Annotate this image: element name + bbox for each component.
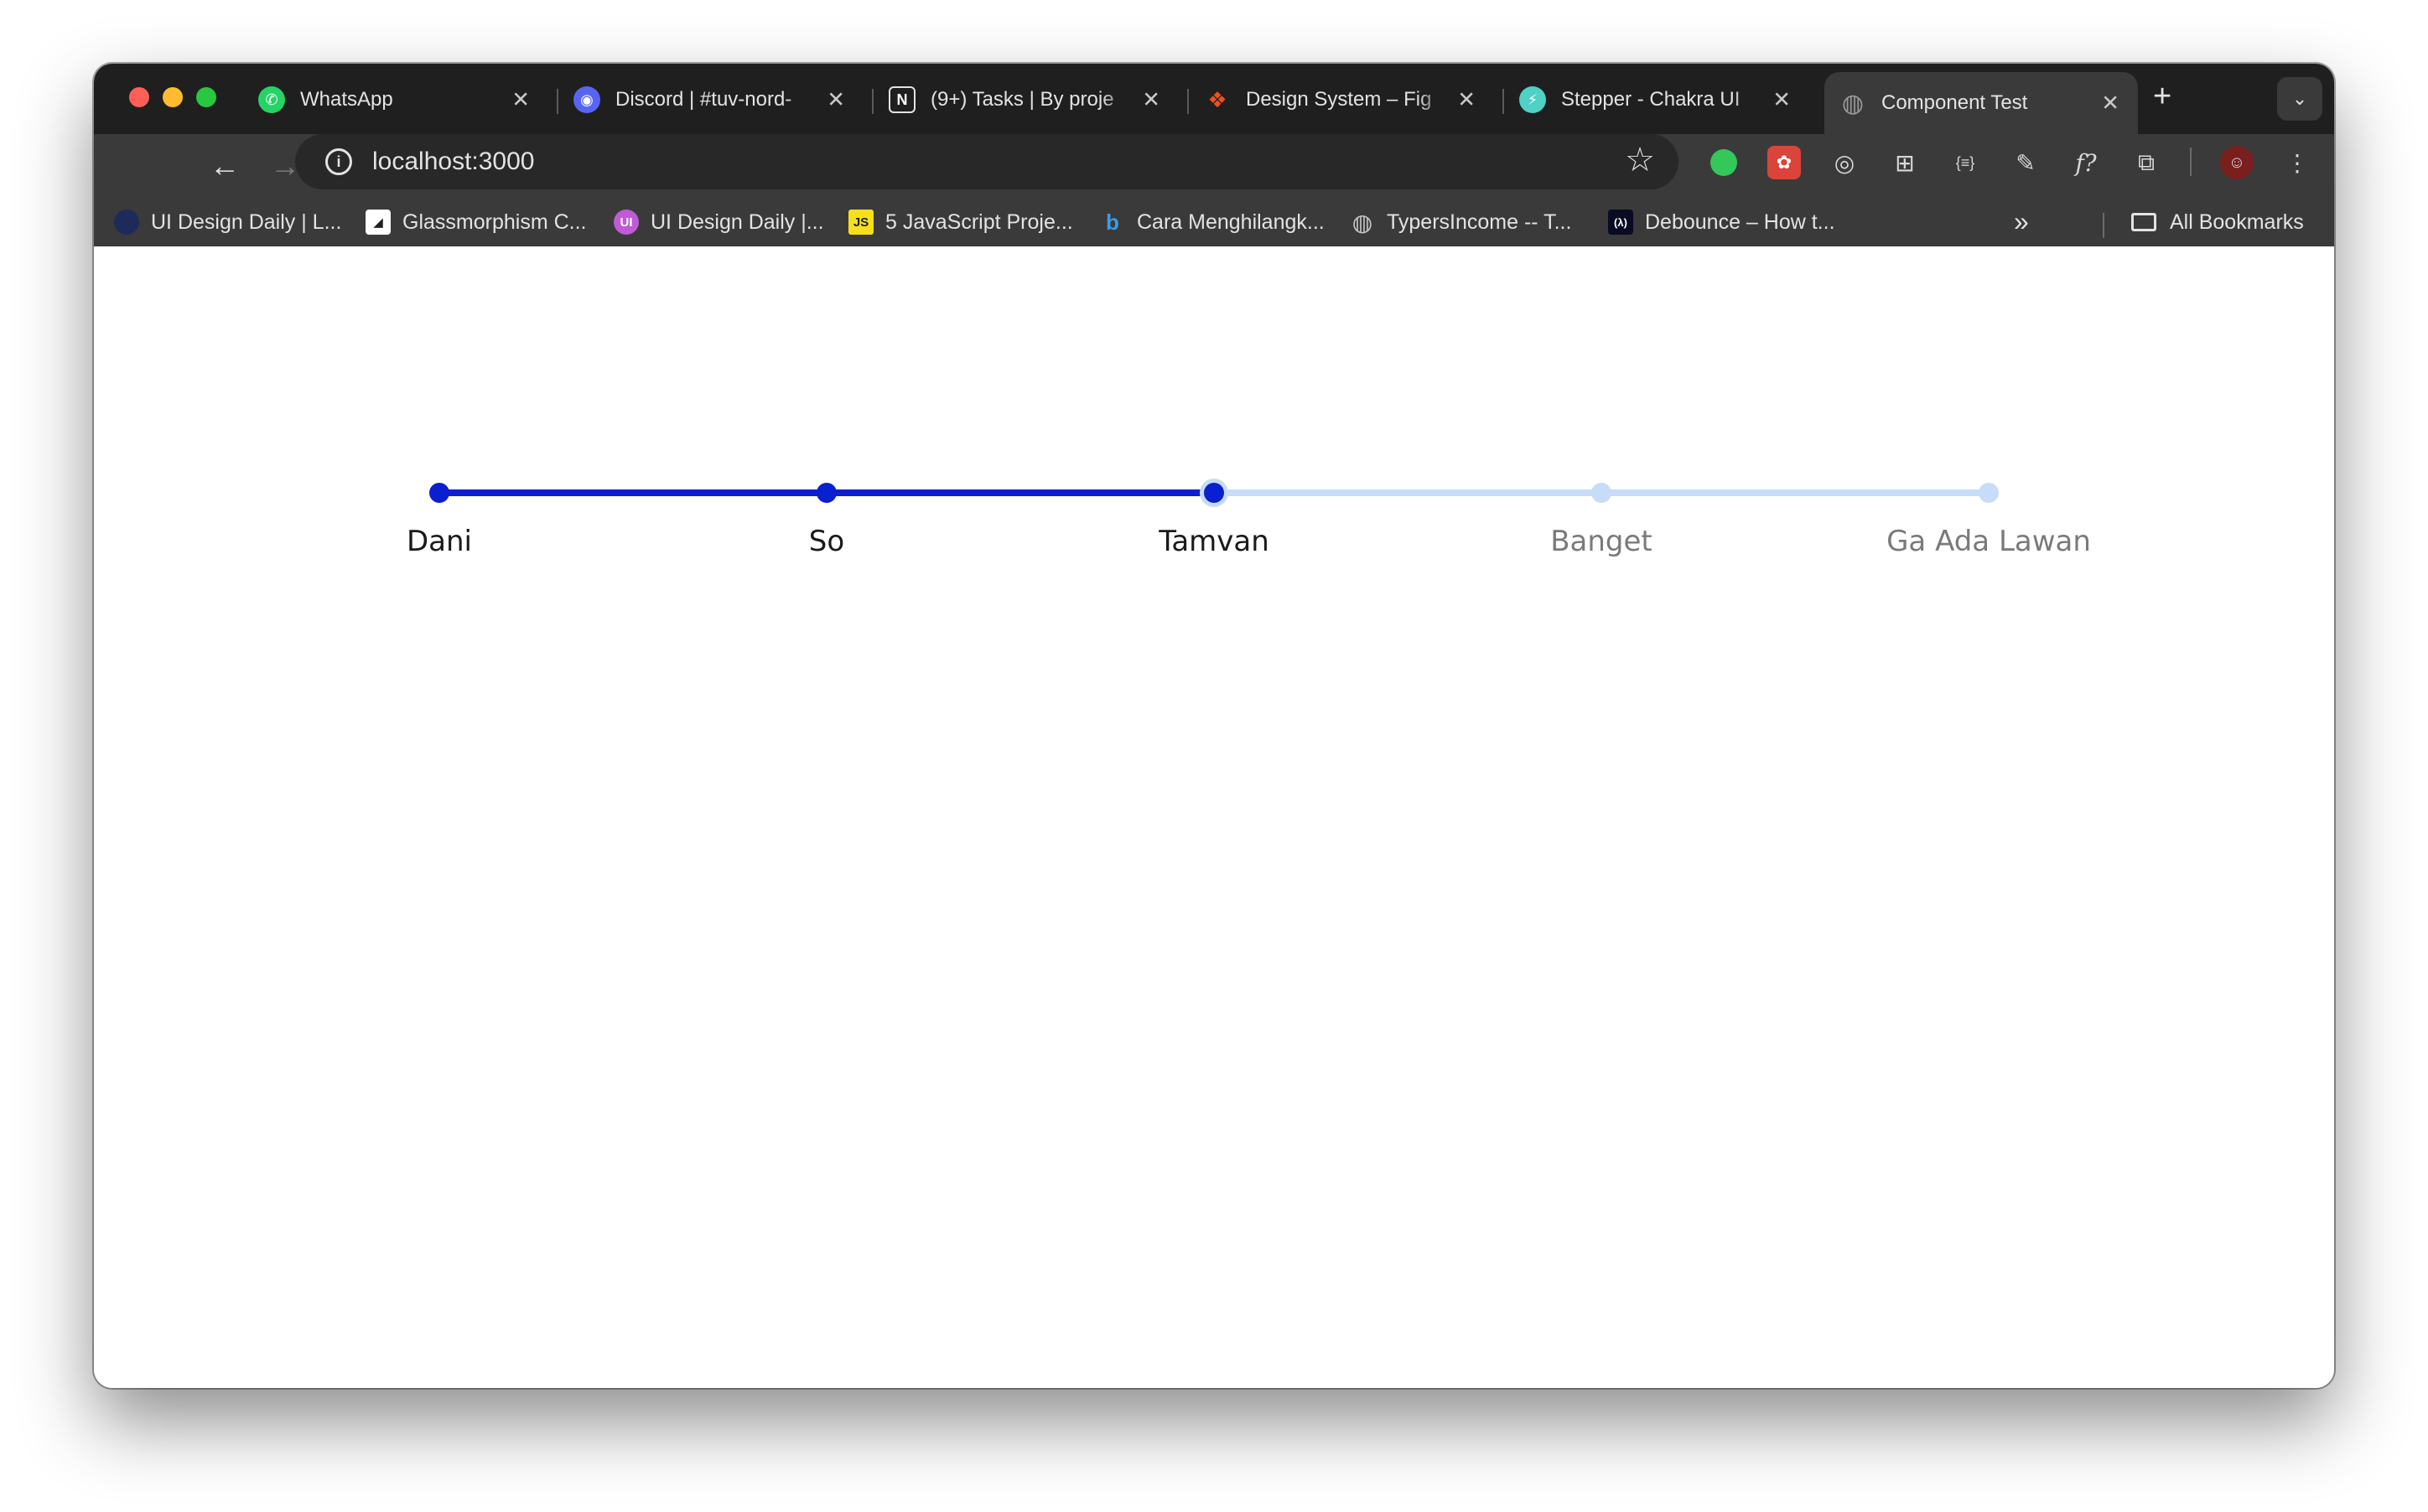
browser-window: ✆ WhatsApp ✕ ◉ Discord | #tuv-nord- ✕ N … [94, 64, 2334, 1388]
tab-title: Design System – Fig [1246, 88, 1432, 111]
tab-component-test[interactable]: ◍ Component Test ✕ [1824, 72, 2138, 134]
glassmorphism-icon: ◢ [366, 210, 391, 235]
step-indicator[interactable] [1204, 483, 1224, 503]
tab-title: Component Test [1881, 91, 2028, 114]
freecodecamp-icon: (λ) [1608, 210, 1633, 235]
figma-icon: ❖ [1207, 86, 1227, 112]
target-extension-icon[interactable]: ◎ [1828, 146, 1861, 179]
close-icon[interactable]: ✕ [1457, 87, 1476, 113]
step-label: So [808, 525, 845, 558]
arrow-left-icon: ← [210, 148, 240, 183]
close-icon[interactable]: ✕ [1142, 87, 1160, 113]
folder-icon [2131, 213, 2156, 231]
step-indicator[interactable] [1979, 483, 1999, 503]
bookmarks-bar: UI Design Daily | L... ◢ Glassmorphism C… [94, 198, 2334, 247]
tab-strip: ✆ WhatsApp ✕ ◉ Discord | #tuv-nord- ✕ N … [94, 64, 2334, 134]
page-content: Dani So Tamvan Banget Ga Ada Lawan [94, 246, 2334, 1388]
step-label: Banget [1550, 525, 1652, 558]
tab-notion[interactable]: N (9+) Tasks | By proje ✕ [874, 74, 1179, 126]
tab-chakra[interactable]: ⚡ Stepper - Chakra UI ✕ [1504, 74, 1809, 126]
chakra-icon: ⚡ [1519, 86, 1546, 113]
all-bookmarks-button[interactable]: All Bookmarks [2131, 206, 2304, 238]
step-label: Tamvan [1159, 525, 1269, 558]
javascript-icon: JS [848, 210, 874, 235]
braces-extension-icon[interactable]: {≡} [1948, 146, 1982, 179]
toolbar-divider [2190, 148, 2192, 176]
bookmarks-divider [2103, 213, 2104, 238]
address-url: localhost:3000 [372, 148, 535, 175]
site-info-icon[interactable]: i [325, 148, 352, 175]
close-icon[interactable]: ✕ [2101, 91, 2119, 117]
close-icon[interactable]: ✕ [1772, 87, 1791, 113]
bookmark-item[interactable]: JS 5 JavaScript Proje... [848, 206, 1073, 238]
bookmark-label: Debounce – How t... [1645, 210, 1835, 234]
chevron-down-icon: ⌄ [2291, 88, 2308, 109]
bookmark-label: Glassmorphism C... [402, 210, 587, 234]
more-menu-icon[interactable]: ⋮ [2280, 146, 2314, 179]
discord-icon: ◉ [573, 86, 600, 113]
tab-title: Stepper - Chakra UI [1561, 88, 1741, 111]
step-label: Dani [406, 525, 472, 558]
font-extension-icon[interactable]: f? [2069, 146, 2103, 179]
uidesigndaily-icon [114, 210, 139, 235]
profile-avatar[interactable]: ☺ [2220, 146, 2254, 179]
tab-title: WhatsApp [300, 88, 393, 111]
whatsapp-icon: ✆ [258, 86, 285, 113]
globe-icon: ◍ [1351, 209, 1373, 236]
maximize-window-button[interactable] [196, 87, 216, 107]
step-indicator[interactable] [1591, 483, 1611, 503]
bookmark-item[interactable]: ◢ Glassmorphism C... [366, 206, 586, 238]
step-indicator[interactable] [817, 483, 837, 503]
new-tab-button[interactable]: + [2153, 79, 2171, 115]
stepper-connector [439, 489, 827, 496]
step-label: Ga Ada Lawan [1886, 525, 2091, 558]
back-button[interactable]: ← [201, 142, 248, 189]
bookmark-star-icon[interactable]: ☆ [1625, 141, 1655, 179]
bookmark-label: UI Design Daily |... [651, 210, 824, 234]
tab-search-button[interactable]: ⌄ [2277, 77, 2322, 121]
close-window-button[interactable] [129, 87, 149, 107]
bookmark-item[interactable]: UI Design Daily | L... [114, 206, 341, 238]
bookmark-label: Cara Menghilangk... [1137, 210, 1325, 234]
close-icon[interactable]: ✕ [511, 87, 530, 113]
bookmark-item[interactable]: b Cara Menghilangk... [1100, 206, 1325, 238]
bookmark-item[interactable]: UI UI Design Daily |... [614, 206, 824, 238]
tab-title: Discord | #tuv-nord- [615, 88, 792, 111]
tab-figma[interactable]: ❖ Design System – Fig ✕ [1189, 74, 1494, 126]
address-bar[interactable]: i localhost:3000 ☆ [295, 134, 1678, 189]
stepper-connector [827, 489, 1214, 496]
puzzle-extensions-icon[interactable]: ⧉ [2130, 146, 2163, 179]
uidesigndaily-pink-icon: UI [614, 210, 639, 235]
avatar-icon: ☺ [2228, 153, 2246, 172]
red-extension-icon[interactable]: ✿ [1767, 146, 1801, 179]
stepper-connector [1214, 489, 1601, 496]
tab-whatsapp[interactable]: ✆ WhatsApp ✕ [243, 74, 548, 126]
tab-discord[interactable]: ◉ Discord | #tuv-nord- ✕ [558, 74, 864, 126]
bookmark-item[interactable]: (λ) Debounce – How t... [1608, 206, 1835, 238]
close-icon[interactable]: ✕ [827, 87, 845, 113]
bookmark-label: 5 JavaScript Proje... [885, 210, 1073, 234]
green-status-extension-icon[interactable] [1707, 146, 1741, 179]
stepper-connector [1601, 489, 1989, 496]
stepper: Dani So Tamvan Banget Ga Ada Lawan [94, 246, 2334, 582]
minimize-window-button[interactable] [163, 87, 183, 107]
bookmark-item[interactable]: ◍ TypersIncome -- T... [1350, 206, 1572, 238]
grid-extension-icon[interactable]: ⊞ [1888, 146, 1922, 179]
more-bookmarks-chevron-icon[interactable]: » [2014, 206, 2029, 237]
notion-icon: N [889, 86, 916, 113]
step-indicator[interactable] [429, 483, 449, 503]
tab-title: (9+) Tasks | By proje [931, 88, 1114, 111]
bing-icon: b [1106, 209, 1119, 235]
eyedropper-extension-icon[interactable]: ✎ [2009, 146, 2042, 179]
all-bookmarks-label: All Bookmarks [2170, 210, 2304, 234]
bookmark-label: UI Design Daily | L... [151, 210, 342, 234]
globe-icon: ◍ [1841, 89, 1865, 117]
bookmark-label: TypersIncome -- T... [1387, 210, 1572, 234]
